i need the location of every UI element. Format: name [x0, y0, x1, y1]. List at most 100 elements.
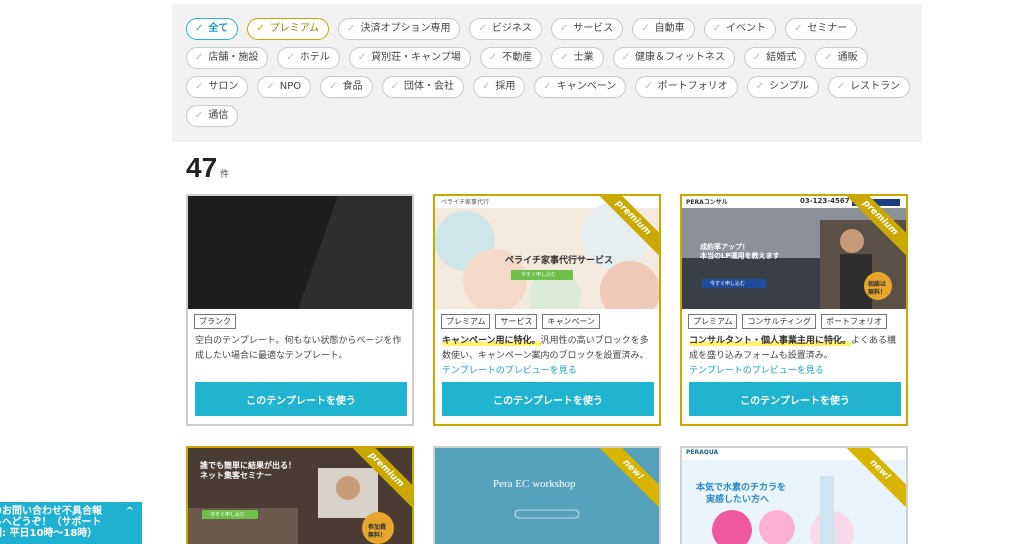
filter-tag-label: 決済オプション専用	[360, 23, 451, 34]
filter-tag[interactable]: ✓ 団体・会社	[381, 76, 464, 98]
card-tag: コンサルティング	[742, 314, 816, 329]
filter-tag[interactable]: ✓ 通信	[186, 105, 239, 127]
filter-tag[interactable]: ✓ 結婚式	[743, 47, 807, 69]
check-icon: ✓	[357, 52, 367, 63]
filter-tag[interactable]: ✓ 食品	[320, 76, 373, 98]
filter-tag-label: 団体・会社	[403, 81, 454, 92]
filter-tag[interactable]: ✓ 健康＆フィットネス	[612, 47, 735, 69]
thumb-header: ペライチ家事代行	[441, 199, 490, 206]
check-icon: ✓	[824, 52, 833, 63]
thumb-brand: PERAQUA	[686, 449, 719, 456]
check-icon: ✓	[347, 23, 356, 34]
filter-tag-label: プレミアム	[269, 23, 320, 34]
template-card-water[interactable]: PERAQUA 本気で水素のチカラを 実感したい方へ new!	[680, 446, 908, 544]
filter-tag-label: 全て	[208, 23, 229, 34]
support-line-1: チのお問い合わせ不具合報	[0, 506, 102, 517]
result-count-number: 47	[186, 152, 218, 183]
thumb-title-2: 実感したい方へ	[706, 495, 770, 505]
use-template-button[interactable]: このテンプレートを使う	[442, 382, 654, 416]
filter-tag[interactable]: ✓ 通販	[815, 47, 868, 69]
filter-tag[interactable]: ✓ 店舗・施設	[186, 47, 269, 69]
check-icon: ✓	[286, 52, 295, 63]
filter-tag[interactable]: ✓ 貸別荘・キャンプ場	[348, 47, 471, 69]
check-icon: ✓	[621, 52, 631, 63]
filter-tag-label: 採用	[495, 81, 516, 92]
filter-tag-label: キャンペーン	[556, 81, 617, 92]
thumb-title: Pera EC workshop	[493, 478, 576, 490]
filter-tag[interactable]: ✓ レストラン	[827, 76, 911, 98]
check-icon: ✓	[488, 52, 498, 63]
tag-list: ✓ 全て ✓ プレミアム ✓ 決済オプション専用 ✓ ビジネス ✓ サービス ✓ 自動車 ✓ イベント ✓ セ…	[186, 18, 916, 127]
check-icon: ✓	[329, 81, 338, 92]
filter-tag[interactable]: ✓ キャンペーン	[534, 76, 627, 98]
support-banner[interactable]: チのお問い合わせ不具合報 ちらへどうぞ！（サポート 時間: 平日10時〜18時）…	[0, 502, 142, 544]
check-icon: ✓	[794, 23, 803, 34]
check-icon: ✓	[712, 23, 722, 34]
check-icon: ✓	[195, 52, 204, 63]
filter-tag-label: 健康＆フィットネス	[635, 52, 725, 63]
check-icon: ✓	[560, 52, 569, 63]
filter-tag-label: サービス	[573, 23, 614, 34]
thumb-brand: PERAコンサル	[686, 199, 728, 206]
filter-tag[interactable]: ✓ 採用	[472, 76, 526, 98]
filter-tag-label: 店舗・施設	[208, 52, 259, 63]
card-tag: ポートフォリオ	[820, 314, 887, 329]
filter-tag[interactable]: ✓ 決済オプション専用	[338, 18, 461, 40]
filter-tag[interactable]: ✓ 士業	[551, 47, 604, 69]
preview-link[interactable]: テンプレートのプレビューを見る	[442, 364, 656, 379]
check-icon: ✓	[752, 52, 762, 63]
check-icon: ✓	[195, 110, 204, 121]
filter-tag[interactable]: ✓ 全て	[186, 18, 239, 40]
filter-tag[interactable]: ✓ セミナー	[785, 18, 858, 40]
check-icon: ✓	[644, 81, 653, 92]
filter-tag-label: 通販	[837, 52, 858, 63]
check-icon: ✓	[195, 81, 204, 92]
template-card-consultant[interactable]: PERAコンサル 03-123-4567 成約率アップ！ 本当のLP運用を教えま…	[680, 194, 908, 426]
check-icon: ✓	[256, 23, 265, 34]
card-description: 空白のテンプレート。何もない状態からページを作成したい場合に最適なテンプレート。	[195, 336, 402, 361]
filter-tag-label: ビジネス	[491, 23, 532, 34]
filter-tag-label: サロン	[208, 81, 239, 92]
filter-tag[interactable]: ✓ 不動産	[479, 47, 543, 69]
check-icon: ✓	[559, 23, 569, 34]
template-card-campaign[interactable]: ペライチ家事代行 ペライチ家事代行サービス 今すぐ申し込む premium プレ…	[433, 194, 661, 426]
filter-tag[interactable]: ✓ ビジネス	[469, 18, 542, 40]
filter-tag-label: 通信	[208, 110, 229, 121]
filter-tag[interactable]: ✓ NPO	[257, 76, 312, 98]
filter-tag[interactable]: ✓ シンプル	[746, 76, 819, 98]
template-thumbnail[interactable]: PERAコンサル 03-123-4567 成約率アップ！ 本当のLP運用を教えま…	[682, 196, 906, 309]
card-tags: プレミアム コンサルティング ポートフォリオ	[688, 314, 887, 329]
template-card-blank[interactable]: ブランク 空白のテンプレート。何もない状態からページを作成したい場合に最適なテン…	[186, 194, 414, 426]
check-icon: ✓	[641, 23, 650, 34]
card-description: コンサルタント・個人事業主用に特化。よくある構成を盛り込みフォームも設置済み。 …	[689, 334, 903, 379]
check-icon: ✓	[836, 81, 846, 92]
filter-tag-label: セミナー	[807, 23, 848, 34]
card-tag: プレミアム	[441, 314, 491, 329]
template-card-workshop[interactable]: Pera EC workshop new!	[433, 446, 661, 544]
filter-tag[interactable]: ✓ 自動車	[632, 18, 695, 40]
filter-tag[interactable]: ✓ プレミアム	[247, 18, 330, 40]
filter-tag[interactable]: ✓ サロン	[186, 76, 249, 98]
result-count: 47 件	[186, 152, 229, 184]
check-icon: ✓	[266, 81, 275, 92]
template-thumbnail[interactable]	[188, 196, 412, 309]
filter-tag[interactable]: ✓ ポートフォリオ	[635, 76, 738, 98]
filter-tag[interactable]: ✓ サービス	[550, 18, 624, 40]
card-tag: キャンペーン	[542, 314, 601, 329]
use-template-button[interactable]: このテンプレートを使う	[195, 382, 407, 416]
filter-tag-label: 自動車	[654, 23, 685, 34]
filter-tag[interactable]: ✓ ホテル	[277, 47, 340, 69]
preview-link[interactable]: テンプレートのプレビューを見る	[689, 364, 903, 379]
template-thumbnail[interactable]: ペライチ家事代行 ペライチ家事代行サービス 今すぐ申し込む premium	[435, 196, 659, 309]
filter-tag[interactable]: ✓ イベント	[703, 18, 777, 40]
filter-tag-label: 結婚式	[766, 52, 797, 63]
chevron-up-icon[interactable]: ^	[126, 506, 134, 517]
filter-tag-label: イベント	[726, 23, 767, 34]
card-description: キャンペーン用に特化。汎用性の高いブロックを多数使い、キャンペーン案内のブロック…	[442, 334, 656, 379]
card-tag: ブランク	[194, 314, 236, 329]
use-template-button[interactable]: このテンプレートを使う	[689, 382, 901, 416]
template-card-seminar[interactable]: 誰でも簡単に結果が出る！ ネット集客セミナー 今すぐ申し込む 参加費 無料！ p…	[186, 446, 414, 544]
thumb-title-2: ネット集客セミナー	[200, 471, 272, 480]
thumb-title-2: 本当のLP運用を教えます	[700, 252, 780, 260]
check-icon: ✓	[543, 81, 552, 92]
